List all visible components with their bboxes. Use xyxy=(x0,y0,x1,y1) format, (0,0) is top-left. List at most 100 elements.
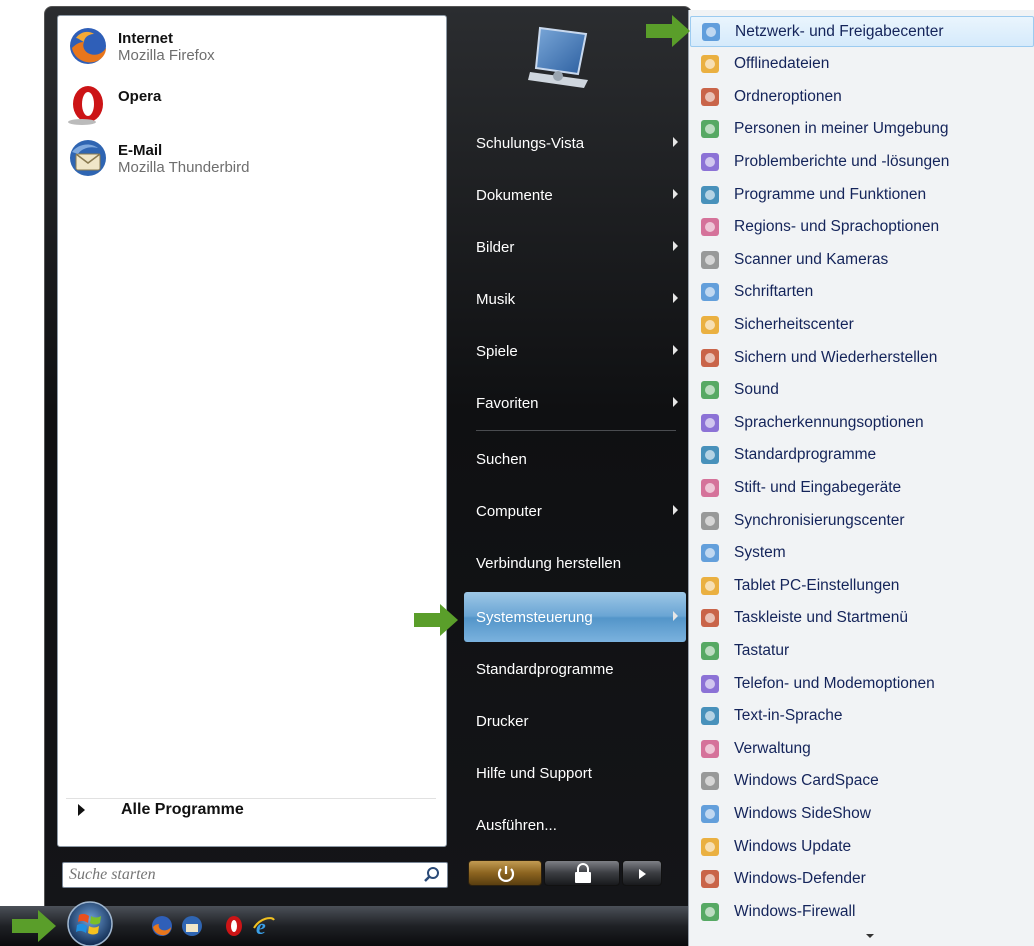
scroll-down-icon[interactable] xyxy=(866,934,874,938)
control-panel-item[interactable]: Telefon- und Modemoptionen xyxy=(690,668,1034,699)
sideshow-icon xyxy=(701,804,719,823)
control-panel-item-label: Standardprogramme xyxy=(734,446,877,464)
control-panel-item[interactable]: Windows CardSpace xyxy=(690,766,1034,797)
right-item-musik[interactable]: Musik xyxy=(464,274,686,324)
control-panel-item[interactable]: Regions- und Sprachoptionen xyxy=(690,212,1034,243)
control-panel-item[interactable]: Windows Update xyxy=(690,831,1034,862)
right-item-verbindung-herstellen[interactable]: Verbindung herstellen xyxy=(464,538,686,588)
admin-tools-icon xyxy=(701,739,719,758)
control-panel-item-label: Schriftarten xyxy=(734,283,814,301)
control-panel-item[interactable]: Windows-Firewall xyxy=(690,896,1034,927)
search-input[interactable] xyxy=(69,864,409,886)
control-panel-item[interactable]: Text-in-Sprache xyxy=(690,701,1034,732)
submenu-arrow-icon xyxy=(673,397,678,407)
control-panel-item-label: Netzwerk- und Freigabecenter xyxy=(735,22,944,40)
control-panel-item[interactable]: Scanner und Kameras xyxy=(690,244,1034,275)
regional-options-icon xyxy=(701,218,719,237)
control-panel-item[interactable]: Ordneroptionen xyxy=(690,81,1034,112)
control-panel-item-label: Synchronisierungscenter xyxy=(734,511,905,529)
control-panel-item-label: Tablet PC-Einstellungen xyxy=(734,576,900,594)
right-item-systemsteuerung[interactable]: Systemsteuerung xyxy=(464,592,686,642)
search-icon[interactable] xyxy=(423,866,441,884)
control-panel-item[interactable]: Sound xyxy=(690,375,1034,406)
control-panel-item[interactable]: Windows SideShow xyxy=(690,798,1034,829)
problem-reports-icon xyxy=(701,152,719,171)
right-item-spiele[interactable]: Spiele xyxy=(464,326,686,376)
fonts-icon xyxy=(701,283,719,302)
control-panel-item-label: Taskleiste und Startmenü xyxy=(734,609,909,627)
control-panel-item[interactable]: Verwaltung xyxy=(690,733,1034,764)
right-item-label: Verbindung herstellen xyxy=(476,554,622,572)
submenu-arrow-icon xyxy=(673,293,678,303)
right-item-label: Standardprogramme xyxy=(476,660,614,678)
control-panel-item[interactable]: Netzwerk- und Freigabecenter xyxy=(690,16,1034,47)
control-panel-item[interactable]: Stift- und Eingabegeräte xyxy=(690,472,1034,503)
control-panel-item[interactable]: Tablet PC-Einstellungen xyxy=(690,570,1034,601)
control-panel-item[interactable]: System xyxy=(690,538,1034,569)
control-panel-item-label: Personen in meiner Umgebung xyxy=(734,120,949,138)
control-panel-item-label: Windows CardSpace xyxy=(734,772,879,790)
right-item-bilder[interactable]: Bilder xyxy=(464,222,686,272)
windows-update-icon xyxy=(701,837,719,856)
submenu-arrow-icon xyxy=(673,345,678,355)
pinned-item-subtitle: Mozilla Thunderbird xyxy=(118,159,250,176)
firefox-icon[interactable] xyxy=(150,914,174,938)
programs-features-icon xyxy=(701,185,719,204)
thunderbird-icon[interactable] xyxy=(180,914,204,938)
control-panel-item-label: Windows SideShow xyxy=(734,804,871,822)
tablet-pc-icon xyxy=(701,576,719,595)
control-panel-item[interactable]: Tastatur xyxy=(690,635,1034,666)
green-arrow-icon xyxy=(12,910,56,942)
control-panel-item[interactable]: Windows-Defender xyxy=(690,864,1034,895)
right-item-suchen[interactable]: Suchen xyxy=(464,434,686,484)
control-panel-item-label: Telefon- und Modemoptionen xyxy=(734,674,935,692)
right-item-ausfuehren[interactable]: Ausführen... xyxy=(464,800,686,850)
pinned-item-email[interactable]: E-Mail Mozilla Thunderbird xyxy=(66,136,436,186)
right-item-label: Hilfe und Support xyxy=(476,764,592,782)
control-panel-item-label: Text-in-Sprache xyxy=(734,707,843,725)
control-panel-item[interactable]: Spracherkennungsoptionen xyxy=(690,407,1034,438)
control-panel-item[interactable]: Schriftarten xyxy=(690,277,1034,308)
scanner-icon xyxy=(701,250,719,269)
people-near-me-icon xyxy=(701,120,719,139)
pinned-item-subtitle: Mozilla Firefox xyxy=(118,47,215,64)
submenu-arrow-icon xyxy=(673,137,678,147)
green-arrow-icon xyxy=(646,15,690,47)
control-panel-item[interactable]: Synchronisierungscenter xyxy=(690,505,1034,536)
control-panel-item-label: Ordneroptionen xyxy=(734,87,842,105)
thunderbird-icon xyxy=(66,136,110,180)
control-panel-item[interactable]: Taskleiste und Startmenü xyxy=(690,603,1034,634)
control-panel-item[interactable]: Offlinedateien xyxy=(690,49,1034,80)
control-panel-item-label: Offlinedateien xyxy=(734,55,830,73)
start-orb-icon[interactable] xyxy=(62,898,118,946)
control-panel-item[interactable]: Programme und Funktionen xyxy=(690,179,1034,210)
control-panel-item[interactable]: Sichern und Wiederherstellen xyxy=(690,342,1034,373)
control-panel-item-label: Windows-Firewall xyxy=(734,902,856,920)
internet-explorer-icon[interactable]: e xyxy=(252,914,276,938)
control-panel-item-label: Spracherkennungsoptionen xyxy=(734,413,924,431)
control-panel-item[interactable]: Sicherheitscenter xyxy=(690,309,1034,340)
right-item-standardprogramme[interactable]: Standardprogramme xyxy=(464,644,686,694)
pinned-item-internet[interactable]: Internet Mozilla Firefox xyxy=(66,24,436,74)
pinned-item-opera[interactable]: Opera xyxy=(66,82,436,132)
all-programs-button[interactable]: Alle Programme xyxy=(76,798,436,822)
right-item-dokumente[interactable]: Dokumente xyxy=(464,170,686,220)
right-item-hilfe-und-support[interactable]: Hilfe und Support xyxy=(464,748,686,798)
right-item-favoriten[interactable]: Favoriten xyxy=(464,378,686,428)
control-panel-item[interactable]: Personen in meiner Umgebung xyxy=(690,114,1034,145)
all-programs-label: Alle Programme xyxy=(121,801,244,818)
power-button[interactable] xyxy=(468,860,542,886)
lock-button[interactable] xyxy=(544,860,620,886)
right-item-schulungs-vista[interactable]: Schulungs-Vista xyxy=(464,118,686,168)
right-item-computer[interactable]: Computer xyxy=(464,486,686,536)
taskbar-icon xyxy=(701,609,719,628)
control-panel-item-label: Regions- und Sprachoptionen xyxy=(734,218,940,236)
control-panel-item[interactable]: Problemberichte und -lösungen xyxy=(690,146,1034,177)
user-picture-icon[interactable] xyxy=(522,20,600,96)
search-box[interactable] xyxy=(62,862,448,888)
power-icon xyxy=(497,866,515,882)
right-item-drucker[interactable]: Drucker xyxy=(464,696,686,746)
opera-icon[interactable] xyxy=(222,914,246,938)
power-options-button[interactable] xyxy=(622,860,662,886)
control-panel-item[interactable]: Standardprogramme xyxy=(690,440,1034,471)
